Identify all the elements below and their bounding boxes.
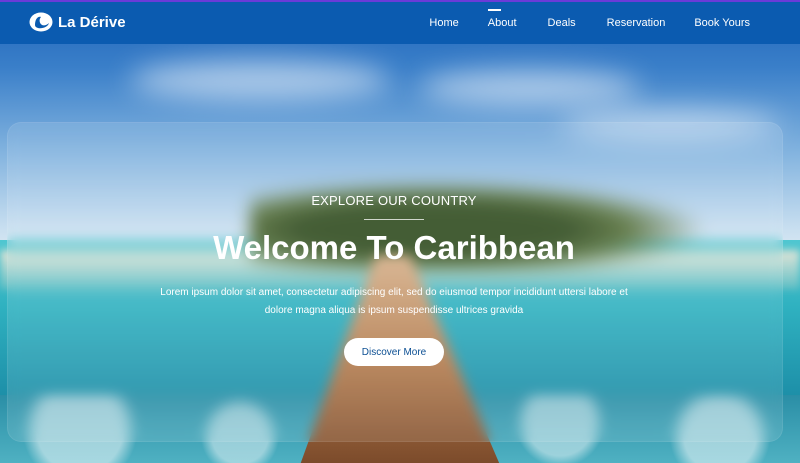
nav-about-label: About — [487, 17, 517, 29]
nav-book-yours[interactable]: Book Yours — [694, 17, 750, 29]
frosted-hero-panel — [7, 122, 783, 442]
cloud — [420, 70, 640, 105]
nav-deals[interactable]: Deals — [548, 17, 576, 29]
nav-about[interactable]: About — [487, 9, 517, 29]
brand-name: La Dérive — [58, 13, 126, 31]
wave-logo-icon — [29, 12, 53, 32]
hero-title: Welcome To Caribbean — [213, 229, 575, 266]
cloud — [130, 60, 390, 100]
active-indicator — [487, 9, 501, 11]
top-navbar: La Dérive Home About Deals Reservation B… — [0, 0, 800, 44]
hero-divider — [364, 219, 424, 220]
discover-more-button[interactable]: Discover More — [344, 338, 444, 366]
main-menu: Home About Deals Reservation Book Yours — [429, 2, 750, 44]
hero-description-line2: dolore magna aliqua is ipsum suspendisse… — [264, 305, 524, 316]
nav-home[interactable]: Home — [429, 17, 458, 29]
hero-eyebrow: EXPLORE OUR COUNTRY — [311, 193, 477, 208]
brand-logo[interactable]: La Dérive — [29, 12, 126, 32]
hero-description: Lorem ipsum dolor sit amet, consectetur … — [150, 284, 638, 320]
hero-description-line1: Lorem ipsum dolor sit amet, consectetur … — [160, 287, 628, 298]
nav-reservation[interactable]: Reservation — [607, 17, 666, 29]
